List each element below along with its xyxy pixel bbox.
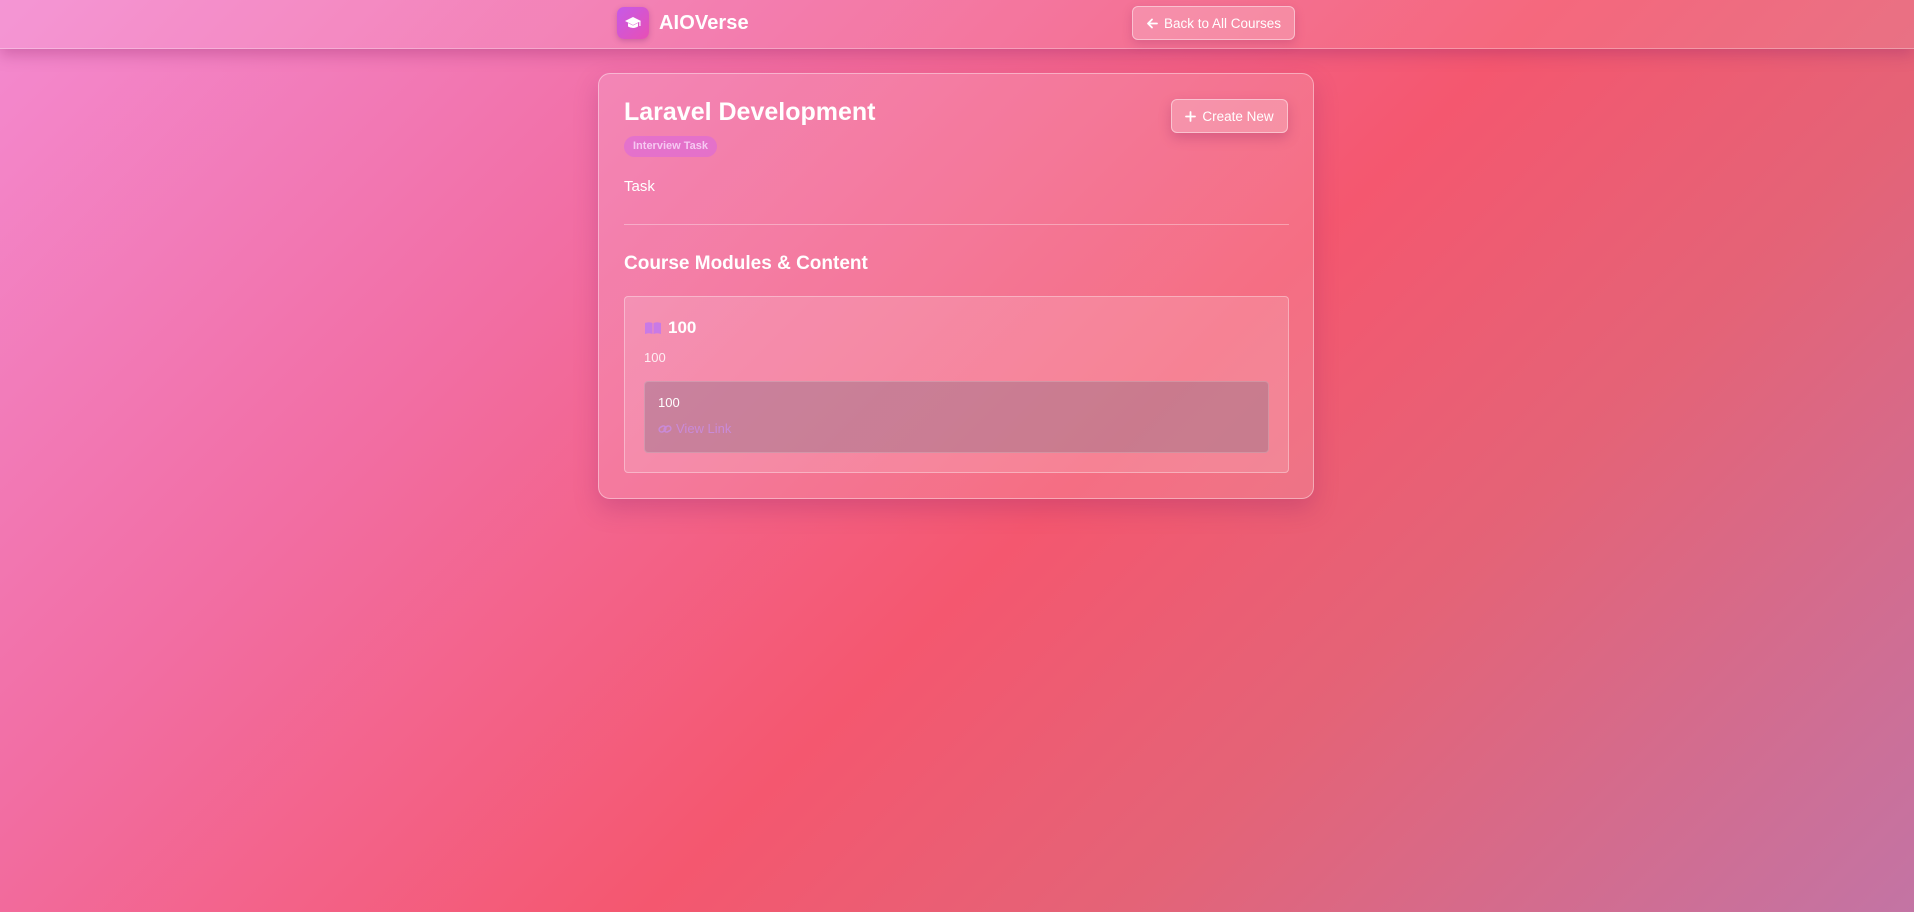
book-open-icon: [644, 321, 662, 335]
module-title: 100: [668, 318, 697, 337]
link-icon: [658, 423, 672, 435]
view-link[interactable]: View Link: [658, 421, 731, 436]
course-description: Task: [624, 178, 655, 195]
back-button-label: Back to All Courses: [1163, 15, 1282, 31]
top-navbar: AIOVerse Back to All Courses: [0, 0, 1914, 49]
arrow-left-icon: [1146, 18, 1158, 29]
brand[interactable]: AIOVerse: [617, 7, 749, 39]
module-card: 100 100 100 View Link: [624, 296, 1289, 473]
create-button-label: Create New: [1202, 108, 1274, 124]
course-card: Laravel Development Interview Task Task …: [598, 73, 1314, 499]
brand-name: AIOVerse: [659, 11, 749, 34]
module-header: 100: [644, 318, 696, 338]
create-new-button[interactable]: Create New: [1171, 99, 1288, 133]
plus-icon: [1185, 110, 1197, 122]
content-title: 100: [658, 395, 680, 410]
section-title: Course Modules & Content: [624, 253, 868, 274]
course-type-badge: Interview Task: [624, 136, 717, 157]
course-title: Laravel Development: [624, 98, 876, 126]
module-description: 100: [644, 350, 666, 365]
view-link-label: View Link: [676, 421, 732, 436]
divider: [624, 224, 1289, 225]
graduation-cap-icon: [617, 7, 649, 39]
back-to-courses-button[interactable]: Back to All Courses: [1132, 6, 1295, 40]
content-item: 100 View Link: [644, 381, 1269, 453]
